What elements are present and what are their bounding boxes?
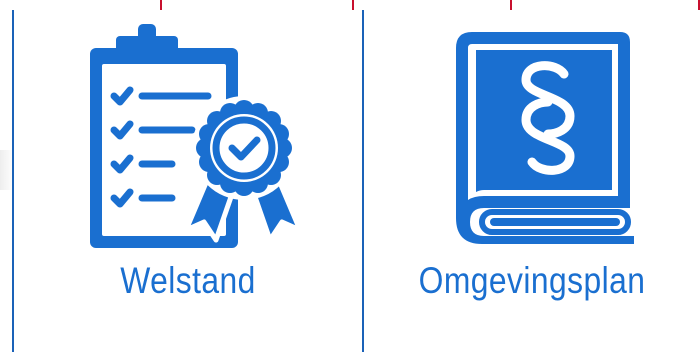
clipboard-checklist-award-icon <box>14 18 362 258</box>
law-book-paragraph-icon <box>364 18 700 258</box>
page: Welstand Omgevingsplan <box>0 0 700 352</box>
tile-label: Welstand <box>120 260 256 301</box>
tile-omgevingsplan[interactable]: Omgevingsplan <box>362 10 700 352</box>
tile-welstand[interactable]: Welstand <box>12 10 364 352</box>
tile-label: Omgevingsplan <box>418 260 646 301</box>
